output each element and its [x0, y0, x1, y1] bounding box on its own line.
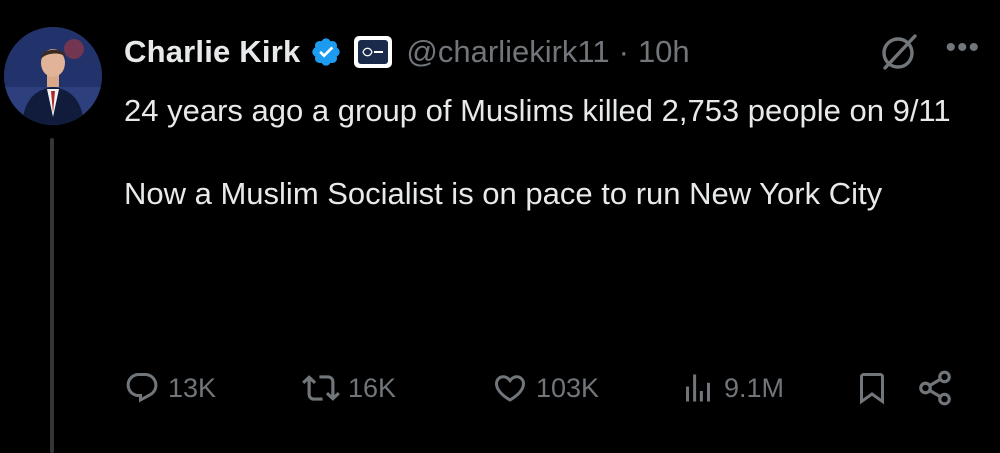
- views-count: 9.1M: [724, 372, 785, 403]
- separator-dot: ·: [618, 34, 629, 69]
- verified-badge-icon[interactable]: [310, 36, 342, 68]
- views-button[interactable]: 9.1M: [680, 370, 854, 406]
- more-icon[interactable]: •••: [945, 33, 980, 63]
- heart-icon: [494, 375, 526, 402]
- tweet-paragraph: 24 years ago a group of Muslims killed 2…: [124, 93, 951, 128]
- bookmark-button[interactable]: [854, 370, 916, 406]
- views-icon: [686, 374, 710, 402]
- repost-count: 16K: [348, 372, 397, 403]
- affiliate-logo-mark: [362, 47, 384, 57]
- reply-icon: [126, 373, 158, 403]
- affiliate-logo: [358, 40, 389, 64]
- share-button[interactable]: [916, 369, 954, 407]
- tweet-header: Charlie Kirk @charliekirk11 · 10h •••: [124, 28, 980, 76]
- author-handle[interactable]: @charliekirk11: [406, 34, 609, 70]
- like-count: 103K: [536, 372, 600, 403]
- author-name[interactable]: Charlie Kirk: [124, 34, 300, 70]
- like-button[interactable]: 103K: [492, 370, 680, 406]
- reply-count: 13K: [168, 372, 217, 403]
- action-bar: 13K 16K 103K 9.1M: [124, 362, 986, 414]
- repost-icon: [302, 375, 340, 401]
- repost-button[interactable]: 16K: [302, 369, 492, 407]
- tweet-text: 24 years ago a group of Muslims killed 2…: [124, 90, 984, 215]
- thread-line: [50, 138, 54, 453]
- avatar-photo: [4, 27, 102, 125]
- reply-button[interactable]: 13K: [124, 370, 302, 406]
- tweet-paragraph: Now a Muslim Socialist is on pace to run…: [124, 175, 883, 211]
- affiliate-badge-icon[interactable]: [354, 36, 393, 68]
- grok-icon[interactable]: [877, 30, 921, 74]
- tweet-time[interactable]: 10h: [638, 34, 690, 70]
- avatar[interactable]: [4, 27, 102, 125]
- bookmark-icon: [860, 373, 884, 405]
- share-icon: [919, 370, 951, 406]
